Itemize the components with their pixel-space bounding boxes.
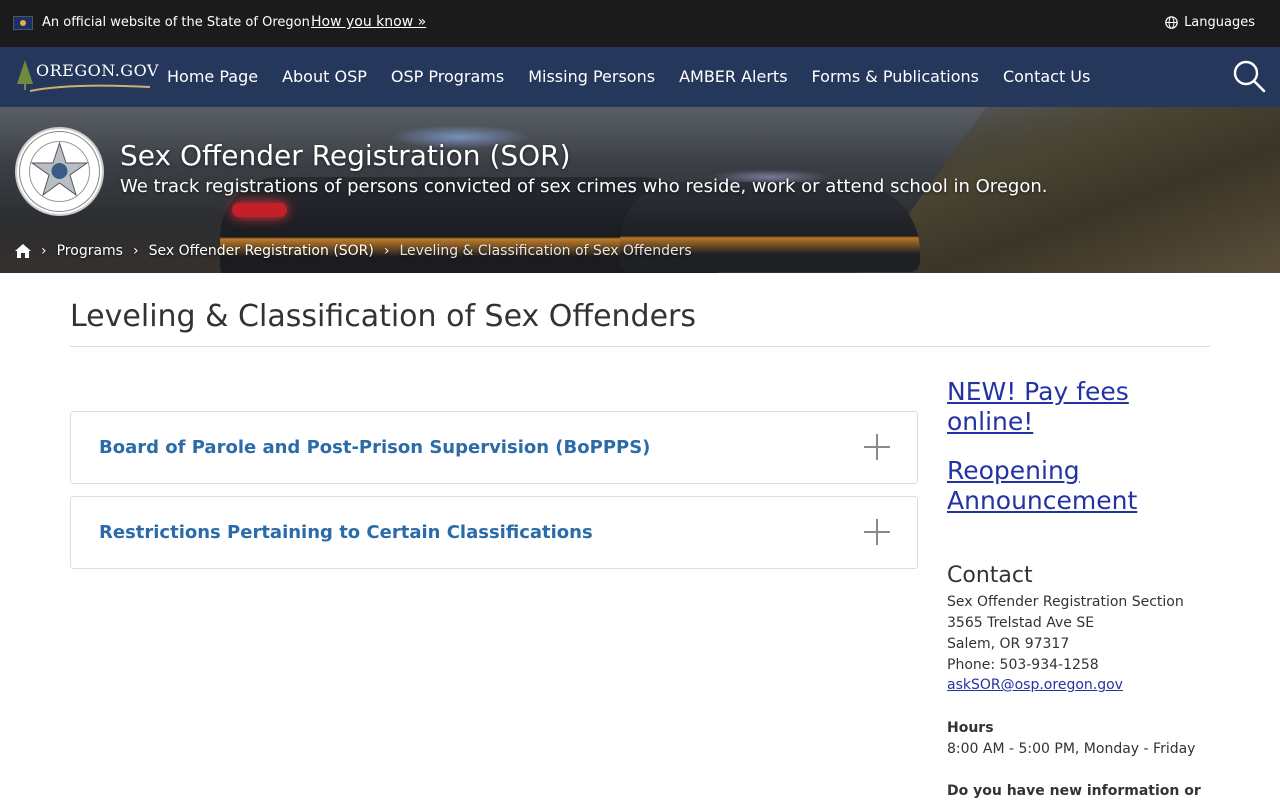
accordion-label: Restrictions Pertaining to Certain Class… xyxy=(99,522,593,543)
breadcrumb-programs[interactable]: Programs xyxy=(57,243,123,259)
home-icon[interactable] xyxy=(15,244,31,258)
contact-email-link[interactable]: askSOR@osp.oregon.gov xyxy=(947,677,1123,693)
contact-section-name: Sex Offender Registration Section xyxy=(947,594,1184,610)
page-title: Leveling & Classification of Sex Offende… xyxy=(70,299,697,334)
oregon-gov-logo[interactable]: OREGON.GOV xyxy=(12,57,158,97)
contact-street: 3565 Trelstad Ave SE xyxy=(947,615,1095,631)
nav-forms-publications[interactable]: Forms & Publications xyxy=(812,67,979,86)
nav-amber-alerts[interactable]: AMBER Alerts xyxy=(679,67,787,86)
reopening-announcement-link[interactable]: Reopening Announcement xyxy=(947,456,1207,516)
new-info-heading: Do you have new information or xyxy=(947,783,1201,799)
breadcrumb-current: Leveling & Classification of Sex Offende… xyxy=(399,243,692,259)
hero-title: Sex Offender Registration (SOR) xyxy=(120,139,571,172)
nav-osp-programs[interactable]: OSP Programs xyxy=(391,67,504,86)
plus-icon xyxy=(864,434,890,460)
accordion-label: Board of Parole and Post-Prison Supervis… xyxy=(99,437,651,458)
nav-missing-persons[interactable]: Missing Persons xyxy=(528,67,655,86)
osp-seal-icon xyxy=(15,127,104,216)
globe-icon xyxy=(1165,16,1178,29)
accordion-boppps[interactable]: Board of Parole and Post-Prison Supervis… xyxy=(70,411,918,484)
contact-heading: Contact xyxy=(947,563,1033,588)
contact-phone: Phone: 503-934-1258 xyxy=(947,657,1099,673)
logo-wordmark: OREGON.GOV xyxy=(36,61,159,80)
official-banner: An official website of the State of Oreg… xyxy=(0,0,1280,47)
title-divider xyxy=(70,346,1210,347)
accordion-restrictions[interactable]: Restrictions Pertaining to Certain Class… xyxy=(70,496,918,569)
languages-label: Languages xyxy=(1184,15,1255,30)
main-navigation: OREGON.GOV Home Page About OSP OSP Progr… xyxy=(0,47,1280,107)
nav-home-page[interactable]: Home Page xyxy=(167,67,258,86)
nav-contact-us[interactable]: Contact Us xyxy=(1003,67,1090,86)
chevron-right-icon: › xyxy=(383,243,390,259)
how-you-know-link[interactable]: How you know » xyxy=(311,14,426,30)
contact-city: Salem, OR 97317 xyxy=(947,636,1070,652)
nav-links: Home Page About OSP OSP Programs Missing… xyxy=(167,67,1090,86)
pay-fees-online-link[interactable]: NEW! Pay fees online! xyxy=(947,377,1207,437)
nav-about-osp[interactable]: About OSP xyxy=(282,67,367,86)
hours-text: 8:00 AM - 5:00 PM, Monday - Friday xyxy=(947,741,1196,757)
logo-swoosh xyxy=(30,84,150,92)
official-site-text: An official website of the State of Oreg… xyxy=(42,15,310,30)
chevron-right-icon: › xyxy=(132,243,139,259)
hero-subtitle: We track registrations of persons convic… xyxy=(120,176,1048,197)
languages-button[interactable]: Languages xyxy=(1165,15,1255,30)
breadcrumb: › Programs › Sex Offender Registration (… xyxy=(15,243,692,259)
oregon-flag-icon xyxy=(13,16,33,30)
search-icon[interactable] xyxy=(1232,59,1266,93)
hero-banner: Sex Offender Registration (SOR) We track… xyxy=(0,107,1280,273)
plus-icon xyxy=(864,519,890,545)
hours-heading: Hours xyxy=(947,720,994,736)
breadcrumb-sor[interactable]: Sex Offender Registration (SOR) xyxy=(149,243,374,259)
chevron-right-icon: › xyxy=(41,243,47,259)
hero-taillight xyxy=(232,203,287,217)
